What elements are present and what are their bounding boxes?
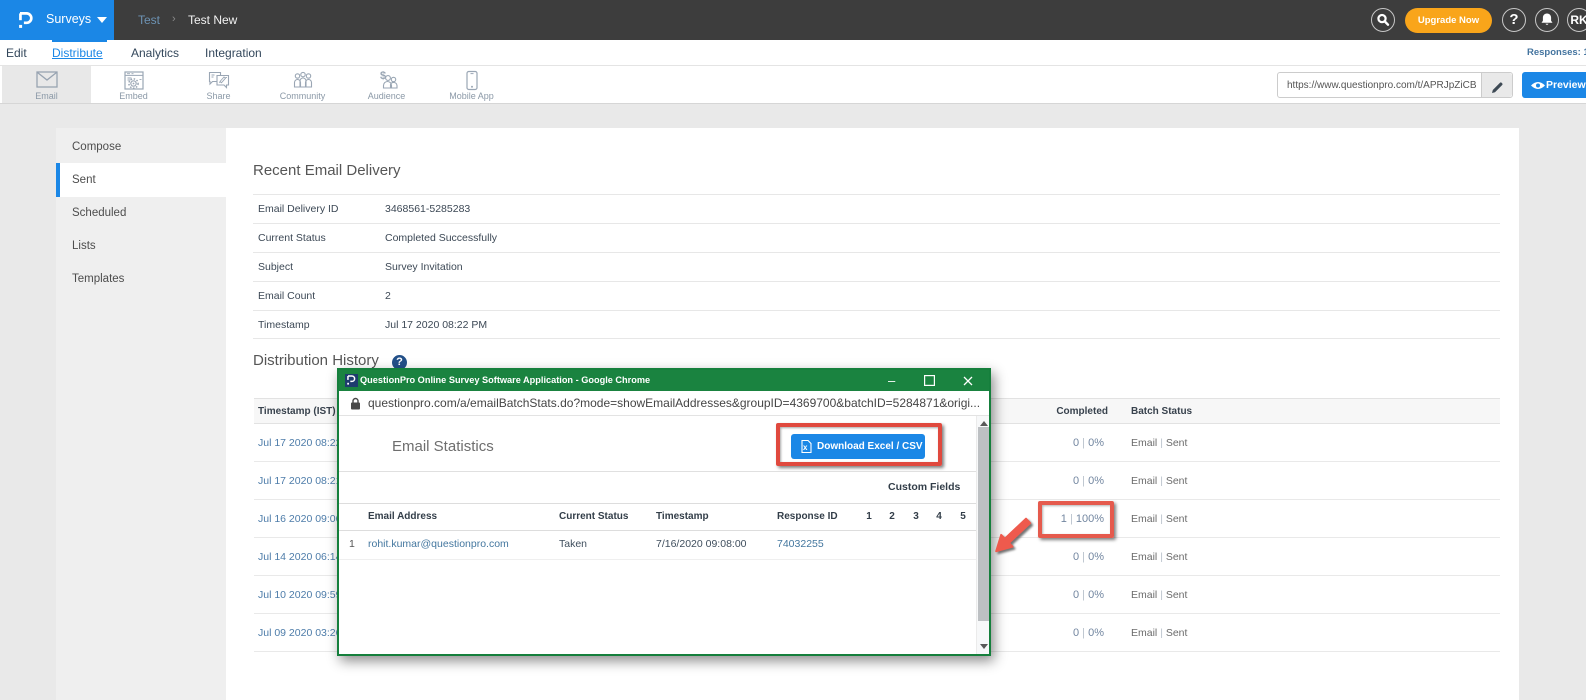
svg-text:$: $ [380,70,386,82]
